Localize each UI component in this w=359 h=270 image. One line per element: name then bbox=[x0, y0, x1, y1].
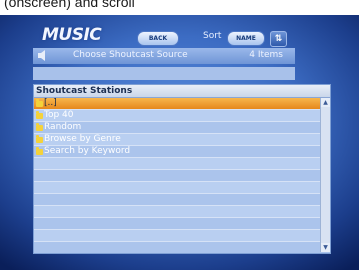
app-title: MUSIC bbox=[42, 25, 102, 45]
stations-list-panel: Shoutcast Stations [..] Top 40 Random Br… bbox=[33, 84, 331, 254]
sort-by-button[interactable]: NAME bbox=[227, 31, 265, 46]
list-header: Shoutcast Stations bbox=[34, 85, 330, 98]
list-item-label: [..] bbox=[44, 98, 57, 108]
caption-text: (onscreen) and scroll bbox=[4, 0, 135, 10]
folder-icon bbox=[36, 123, 43, 131]
folder-icon bbox=[36, 99, 43, 107]
scroll-down-arrow-icon[interactable]: ▼ bbox=[321, 243, 330, 252]
empty-row bbox=[34, 230, 320, 242]
header-title: Choose Shoutcast Source bbox=[73, 50, 188, 60]
speaker-icon bbox=[38, 50, 45, 61]
list-item-label: Search by Keyword bbox=[44, 146, 131, 156]
list-item[interactable]: [..] bbox=[34, 98, 320, 110]
caption-strip: (onscreen) and scroll bbox=[0, 0, 359, 15]
sort-direction-button[interactable]: ⇅ bbox=[270, 31, 287, 47]
empty-row bbox=[34, 194, 320, 206]
list-rows: [..] Top 40 Random Browse by Genre Searc… bbox=[34, 98, 320, 253]
sort-label: Sort bbox=[203, 31, 222, 41]
scrollbar[interactable]: ▲ ▼ bbox=[320, 98, 330, 252]
media-center-screen: (onscreen) and scroll MUSIC BACK Sort NA… bbox=[0, 0, 359, 270]
list-item-label: Browse by Genre bbox=[44, 134, 121, 144]
secondary-bar bbox=[33, 67, 295, 80]
item-count: 4 Items bbox=[249, 50, 283, 60]
empty-row bbox=[34, 158, 320, 170]
source-header-bar: Choose Shoutcast Source 4 Items bbox=[33, 48, 295, 64]
folder-icon bbox=[36, 135, 43, 143]
list-item-label: Random bbox=[44, 122, 82, 132]
list-header-label: Shoutcast Stations bbox=[36, 86, 133, 96]
empty-row bbox=[34, 206, 320, 218]
folder-icon bbox=[36, 147, 43, 155]
empty-row bbox=[34, 182, 320, 194]
folder-icon bbox=[36, 111, 43, 119]
list-item[interactable]: Top 40 bbox=[34, 110, 320, 122]
list-item-label: Top 40 bbox=[44, 110, 74, 120]
list-item[interactable]: Search by Keyword bbox=[34, 146, 320, 158]
list-item[interactable]: Browse by Genre bbox=[34, 134, 320, 146]
scroll-up-arrow-icon[interactable]: ▲ bbox=[321, 98, 330, 107]
empty-row bbox=[34, 170, 320, 182]
back-button[interactable]: BACK bbox=[137, 31, 179, 46]
empty-row bbox=[34, 218, 320, 230]
empty-row bbox=[34, 242, 320, 253]
list-item[interactable]: Random bbox=[34, 122, 320, 134]
